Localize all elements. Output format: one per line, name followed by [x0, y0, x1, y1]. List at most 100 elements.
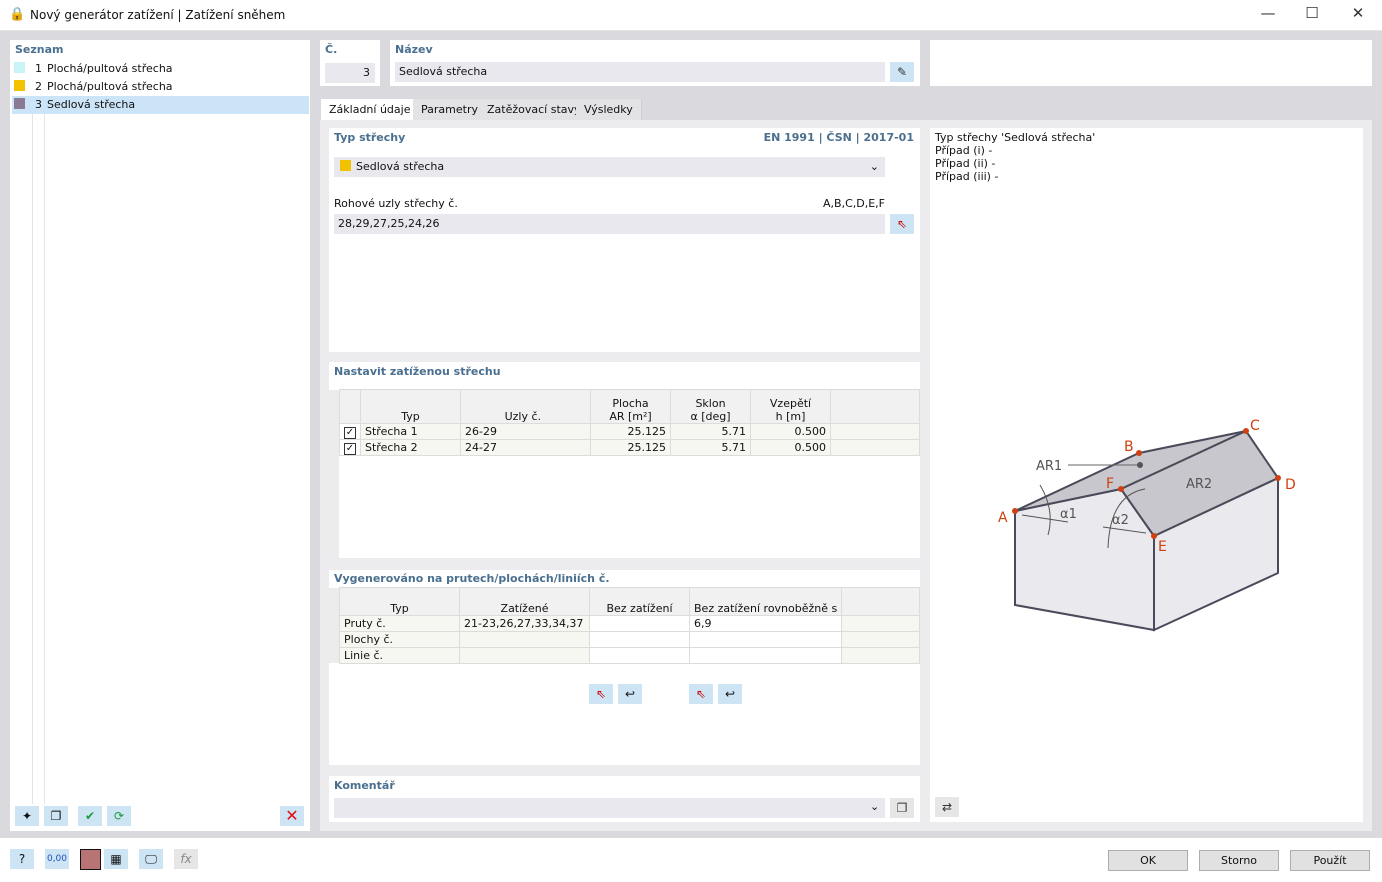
table-row[interactable]: ✓ Střecha 1 26-29 25.125 5.71 0.500: [339, 423, 920, 440]
cell: Pruty č.: [339, 615, 460, 632]
comment-panel: Komentář ⌄ ❐: [329, 776, 920, 822]
roof-type-select[interactable]: Sedlová střecha ⌄: [334, 157, 885, 177]
color-swatch: [14, 80, 25, 91]
roof-type-value: Sedlová střecha: [356, 160, 445, 173]
corner-nodes-field[interactable]: 28,29,27,25,24,26: [334, 214, 885, 234]
new-item-icon[interactable]: ✦: [15, 806, 39, 826]
label-e: E: [1158, 539, 1167, 555]
pick-unloaded-icon[interactable]: ⇖: [689, 684, 713, 704]
close-button[interactable]: ✕: [1338, 4, 1378, 26]
copy-item-icon[interactable]: ❐: [44, 806, 68, 826]
label-b: B: [1124, 439, 1134, 455]
color-swatch: [14, 62, 25, 73]
comment-header: Komentář: [334, 779, 395, 792]
tab-load-cases[interactable]: Zatěžovací stavy: [479, 99, 590, 120]
chevron-down-icon: ⌄: [869, 160, 879, 173]
col-vzepeti: Vzepětí h [m]: [750, 389, 831, 424]
list-panel: Seznam: [10, 40, 310, 831]
roof-type-header: Typ střechy: [334, 131, 406, 144]
label-d: D: [1285, 477, 1296, 493]
color-icon[interactable]: [80, 849, 101, 870]
minimize-button[interactable]: —: [1248, 4, 1288, 26]
maximize-button[interactable]: ☐: [1292, 4, 1332, 26]
cell[interactable]: [589, 631, 690, 648]
cell[interactable]: [589, 615, 690, 632]
table-row[interactable]: Pruty č. 21-23,26,27,33,34,37 6,9: [339, 615, 920, 632]
list-item[interactable]: 1 Plochá/pultová střecha: [12, 60, 309, 78]
toggle-check-icon[interactable]: ⟳: [107, 806, 131, 826]
row-checkbox[interactable]: ✓: [344, 442, 356, 455]
delete-icon[interactable]: ✕: [280, 806, 304, 826]
roof-type-panel: Typ střechy EN 1991 | ČSN | 2017-01 Sedl…: [329, 128, 920, 352]
diagram-options-icon[interactable]: ⇄: [935, 797, 959, 817]
app-icon: 🔒: [9, 7, 26, 22]
roof-diagram: A B C D E F AR1 AR2 α1 α2: [998, 418, 1296, 632]
window-title: Nový generátor zatížení | Zatížení sněhe…: [30, 8, 286, 22]
display-settings-icon[interactable]: ▦: [104, 849, 128, 869]
ok-button[interactable]: OK: [1108, 850, 1188, 871]
col-typ: Typ: [339, 587, 460, 616]
label-ar2: AR2: [1186, 477, 1212, 492]
edit-name-icon[interactable]: ✎: [890, 62, 914, 82]
cell[interactable]: [688, 631, 843, 648]
chevron-down-icon[interactable]: ⌄: [870, 800, 879, 813]
reset-loaded-icon[interactable]: ↩: [618, 684, 642, 704]
item-number: 2: [35, 80, 42, 93]
cell-typ: Střecha 2: [360, 439, 461, 456]
number-label: Č.: [325, 43, 338, 56]
standard-label: EN 1991 | ČSN | 2017-01: [763, 131, 914, 144]
cell: Plochy č.: [339, 631, 460, 648]
cell[interactable]: [459, 647, 590, 664]
info-line: Případ (ii) -: [935, 157, 996, 170]
apply-button[interactable]: Použít: [1290, 850, 1370, 871]
col-sklon: Sklon α [deg]: [670, 389, 751, 424]
loaded-roof-table: Typ Uzly č. Plocha AR [m²] Sklon α [deg] V…: [339, 389, 920, 456]
table-row[interactable]: Linie č.: [339, 647, 920, 664]
number-field[interactable]: 3: [325, 63, 375, 83]
col-unloaded-parallel: Bez zatížení rovnoběžně s: [688, 587, 843, 616]
col-plocha: Plocha AR [m²]: [590, 389, 671, 424]
label-alpha2: α2: [1112, 513, 1129, 528]
label-ar1: AR1: [1036, 459, 1062, 474]
cell[interactable]: 6,9: [688, 615, 843, 632]
tab-basic[interactable]: Základní údaje: [321, 99, 420, 120]
cell[interactable]: 21-23,26,27,33,34,37: [459, 615, 590, 632]
table-row[interactable]: ✓ Střecha 2 24-27 25.125 5.71 0.500: [339, 439, 920, 456]
pick-loaded-icon[interactable]: ⇖: [589, 684, 613, 704]
tab-results[interactable]: Výsledky: [576, 99, 642, 120]
help-icon[interactable]: ?: [10, 849, 34, 869]
blank-panel: [930, 40, 1372, 86]
check-all-icon[interactable]: ✔: [78, 806, 102, 826]
list-item[interactable]: 3 Sedlová střecha: [12, 96, 309, 114]
list-item[interactable]: 2 Plochá/pultová střecha: [12, 78, 309, 96]
formula-icon[interactable]: fx: [174, 849, 198, 869]
col-typ: Typ: [360, 389, 461, 424]
comment-library-icon[interactable]: ❐: [890, 798, 914, 818]
cell-h[interactable]: 0.500: [750, 439, 831, 456]
decimals-icon[interactable]: 0,00: [45, 849, 69, 869]
cell-h[interactable]: 0.500: [750, 423, 831, 440]
pick-nodes-icon[interactable]: ⇖: [890, 214, 914, 234]
label-a: A: [998, 510, 1008, 526]
number-panel: Č. 3: [320, 40, 380, 86]
item-label: Sedlová střecha: [47, 98, 136, 111]
cell[interactable]: [459, 631, 590, 648]
label-f: F: [1106, 476, 1114, 492]
row-checkbox[interactable]: ✓: [344, 426, 356, 439]
tab-parameters[interactable]: Parametry: [413, 99, 487, 120]
item-number: 3: [35, 98, 42, 111]
item-number: 1: [35, 62, 42, 75]
comment-field[interactable]: [334, 798, 885, 818]
name-field[interactable]: Sedlová střecha: [395, 62, 885, 82]
cell-sklon: 5.71: [670, 423, 751, 440]
reset-unloaded-icon[interactable]: ↩: [718, 684, 742, 704]
cell[interactable]: [688, 647, 843, 664]
view-icon[interactable]: 🖵: [139, 849, 163, 869]
cancel-button[interactable]: Storno: [1199, 850, 1279, 871]
generated-table: Typ Zatížené Bez zatížení Bez zatížení r…: [339, 587, 920, 664]
cell-uzly[interactable]: 26-29: [460, 423, 591, 440]
cell-uzly[interactable]: 24-27: [460, 439, 591, 456]
front-wall: [1014, 487, 1155, 632]
cell[interactable]: [589, 647, 690, 664]
table-row[interactable]: Plochy č.: [339, 631, 920, 648]
